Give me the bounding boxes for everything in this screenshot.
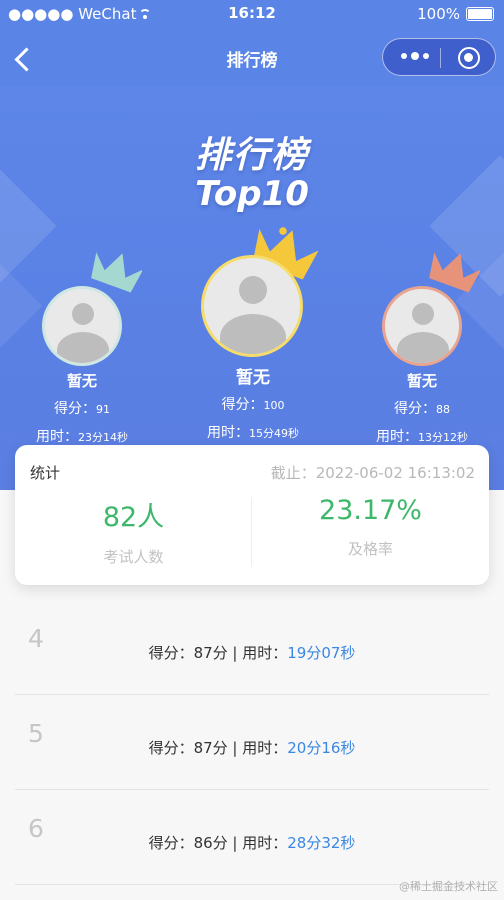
pass-rate-label: 及格率 xyxy=(347,540,393,558)
participants-stat: 82人 考试人数 xyxy=(15,495,252,567)
player-name: 暂无 xyxy=(236,368,270,388)
pass-rate-stat: 23.17% 及格率 xyxy=(252,495,489,559)
time-value: 20分16秒 xyxy=(287,739,356,757)
podium-second: 暂无 得分：91 用时：23分14秒 xyxy=(22,246,142,446)
avatar xyxy=(201,255,303,357)
nav-bar: 排行榜 xyxy=(0,30,504,86)
hero-title: 排行榜 xyxy=(194,135,309,176)
avatar xyxy=(382,286,462,366)
player-name: 暂无 xyxy=(406,372,437,390)
more-icon[interactable] xyxy=(401,52,429,60)
pass-rate-value: 23.17% xyxy=(319,495,422,526)
player-time: 用时：13分12秒 xyxy=(376,429,468,445)
watermark: @稀土掘金技术社区 xyxy=(399,880,498,893)
list-item[interactable]: 5 得分：87分 | 用时：20分16秒 xyxy=(15,695,489,790)
status-bar: ●●●●● WeChat 16:12 100% xyxy=(0,0,504,30)
battery-status: 100% xyxy=(417,5,494,23)
podium-first: 暂无 得分：100 用时：15分49秒 xyxy=(188,226,318,456)
participants-label: 考试人数 xyxy=(103,548,164,566)
podium-third: 暂无 得分：88 用时：13分12秒 xyxy=(362,246,482,446)
player-time: 用时：23分14秒 xyxy=(36,429,128,445)
score-info: 得分：86分 | 用时：28分32秒 xyxy=(148,834,356,852)
time-value: 19分07秒 xyxy=(287,644,356,662)
player-name: 暂无 xyxy=(66,372,97,390)
score-info: 得分：87分 | 用时：20分16秒 xyxy=(148,739,356,757)
player-time: 用时：15分49秒 xyxy=(207,425,299,441)
miniprogram-capsule xyxy=(382,38,496,76)
time-value: 28分32秒 xyxy=(287,834,356,852)
stats-card: 统计 截止：2022-06-02 16:13:02 82人 考试人数 23.17… xyxy=(15,445,489,585)
stats-label: 统计 xyxy=(30,464,61,482)
score-info: 得分：87分 | 用时：19分07秒 xyxy=(148,644,356,662)
player-score: 得分：88 xyxy=(394,401,450,417)
player-score: 得分：100 xyxy=(221,397,285,413)
list-item[interactable]: 4 得分：87分 | 用时：19分07秒 xyxy=(15,600,489,695)
stats-deadline: 截止：2022-06-02 16:13:02 xyxy=(270,464,475,482)
participants-value: 82人 xyxy=(102,502,165,533)
list-item[interactable]: 6 得分：86分 | 用时：28分32秒 xyxy=(15,790,489,885)
hero-subtitle: Top10 xyxy=(195,174,309,214)
battery-icon xyxy=(466,7,494,21)
close-miniprogram-icon[interactable] xyxy=(458,47,480,69)
player-score: 得分：91 xyxy=(54,401,110,417)
leaderboard-hero: 排行榜 Top10 暂无 得分：91 用时：23分14秒 暂无 得分：100 用… xyxy=(0,86,504,490)
avatar xyxy=(42,286,122,366)
